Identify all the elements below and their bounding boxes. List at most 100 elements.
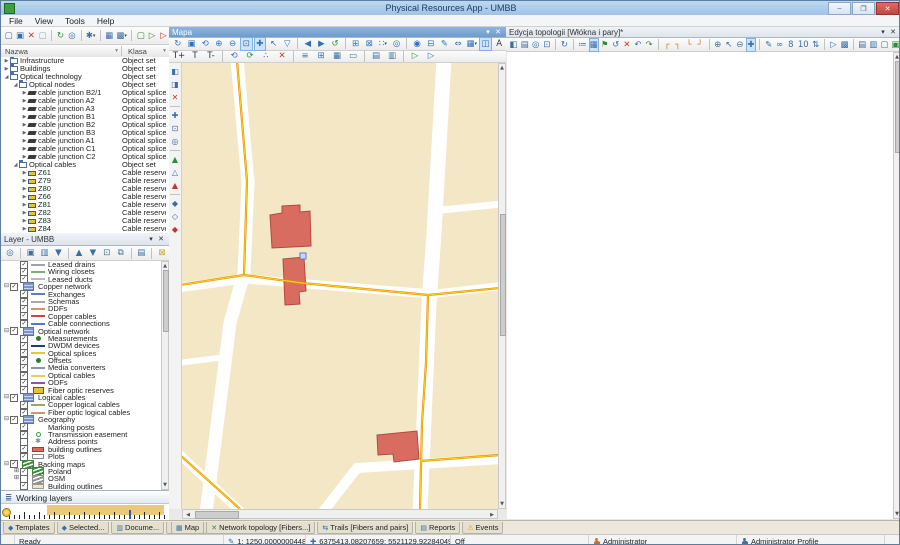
expander-icon[interactable]: ⊟: [3, 394, 10, 401]
expand-icon[interactable]: ▶: [21, 177, 28, 185]
filter-icon[interactable]: ▼: [162, 48, 169, 54]
layer-chart-icon[interactable]: ▥: [38, 246, 51, 260]
pan-mode-icon[interactable]: ✚: [169, 109, 182, 122]
tab-network-topology-fibers[interactable]: ✕ Network topology [Fibers...]: [206, 522, 316, 534]
open-object-icon[interactable]: ▣: [15, 29, 25, 43]
undo-icon[interactable]: ⟲: [227, 49, 242, 63]
refresh-icon[interactable]: ↻: [55, 29, 65, 43]
labels-icon[interactable]: A: [493, 37, 506, 51]
expander-icon[interactable]: ⊟: [3, 283, 10, 290]
layer-tree-scrollbar[interactable]: ▲ ▼: [161, 261, 169, 490]
add-text-icon[interactable]: T+: [172, 49, 187, 63]
layer-checkbox[interactable]: ✓: [10, 282, 18, 291]
undo-topology-icon[interactable]: ↶: [633, 38, 643, 52]
copy-layer-icon[interactable]: ⧉: [114, 246, 127, 260]
column-class[interactable]: Klasa: [128, 47, 162, 56]
layer-item[interactable]: ✓ Building outlines: [1, 482, 161, 490]
status-user[interactable]: Administrator: [589, 535, 737, 544]
locate-icon[interactable]: ◎: [169, 135, 182, 148]
expand-icon[interactable]: ▶: [21, 209, 28, 217]
renumber-icon[interactable]: ⇅: [811, 38, 821, 52]
route-corner-tl-icon[interactable]: ┌: [662, 38, 672, 52]
tree-item[interactable]: ▶ cable junction A1 Optical splice: [1, 137, 169, 145]
tree-item[interactable]: ▶ Z66 Cable reserve: [1, 193, 169, 201]
layer-image-icon[interactable]: ▣: [24, 246, 37, 260]
labels-grid-icon[interactable]: ▩: [839, 38, 849, 52]
delete-vertex-icon[interactable]: ✕: [275, 49, 290, 63]
export-map-icon[interactable]: ▷: [408, 49, 423, 63]
add-node-blue-icon[interactable]: △: [169, 166, 182, 179]
topo-pointer-icon[interactable]: ↖: [724, 38, 734, 52]
layer-checkbox[interactable]: ✓: [10, 393, 18, 402]
expand-icon[interactable]: ▶: [21, 169, 28, 177]
text-icon[interactable]: T: [188, 49, 203, 63]
expand-icon[interactable]: ▶: [3, 65, 10, 73]
delete-topology-icon[interactable]: ✕: [622, 38, 632, 52]
layer-checkbox[interactable]: ✓: [20, 482, 28, 490]
find-icon[interactable]: ◎: [67, 29, 77, 43]
layers-grid-icon[interactable]: ▦ ▾: [465, 37, 478, 51]
route-corner-br-icon[interactable]: ┘: [695, 38, 705, 52]
map-horizontal-scrollbar[interactable]: ◀ ▶: [182, 509, 498, 519]
tree-item[interactable]: ▶ cable junction A3 Optical splice: [1, 105, 169, 113]
measure-icon[interactable]: ⇔: [452, 37, 465, 51]
layer-checkbox[interactable]: ✓: [10, 415, 18, 424]
status-scale[interactable]: ✎ 1: 1250,0000000448: [224, 535, 306, 544]
topology-canvas[interactable]: [507, 52, 893, 519]
pin-icon[interactable]: ▾: [483, 28, 493, 36]
select-features-icon[interactable]: ⊡: [100, 246, 113, 260]
tree-item[interactable]: ▶ Z83 Cable reserve: [1, 217, 169, 225]
topo-zoom-icon[interactable]: ⊕: [713, 38, 723, 52]
load-topology-icon[interactable]: ◧: [509, 38, 519, 52]
tree-item[interactable]: ▶ cable junction B2/1 Optical splice: [1, 89, 169, 97]
remove-text-icon[interactable]: T-: [204, 49, 219, 63]
select-add-icon[interactable]: ◧: [169, 65, 182, 78]
discard-doc-icon[interactable]: ▷: [158, 29, 168, 43]
zoom-mode-icon[interactable]: ⊡: [169, 122, 182, 135]
print-preview-topology-icon[interactable]: ▥: [868, 38, 878, 52]
export-doc-icon[interactable]: ▷: [147, 29, 157, 43]
fit-view-icon[interactable]: ⊡: [542, 38, 552, 52]
bulb-icon[interactable]: [2, 508, 11, 517]
working-layers-timeline[interactable]: [1, 503, 169, 521]
topo-edit-icon[interactable]: ✎: [764, 38, 774, 52]
route-vertex-icon[interactable]: ◇: [169, 210, 182, 223]
move-layer-up-icon[interactable]: ▲: [73, 246, 86, 260]
expand-icon[interactable]: ▶: [3, 57, 10, 65]
snap-grid-icon[interactable]: ⊞: [314, 49, 329, 63]
menu-file[interactable]: File: [5, 16, 31, 26]
redo-icon[interactable]: ⟳: [243, 49, 258, 63]
remove-node-icon[interactable]: ▲: [169, 179, 182, 192]
expander-icon[interactable]: ⊟: [3, 416, 10, 423]
layer-checkbox[interactable]: ✓: [10, 327, 18, 336]
align-icon[interactable]: ≡: [298, 49, 313, 63]
map-image-icon[interactable]: ▦: [104, 29, 114, 43]
expand-icon[interactable]: ▶: [21, 193, 28, 201]
route-node-icon[interactable]: ◆: [169, 197, 182, 210]
expander-icon[interactable]: ⊟: [3, 328, 10, 335]
export-data-icon[interactable]: ▷: [424, 49, 439, 63]
tree-item[interactable]: ▶ cable junction A2 Optical splice: [1, 97, 169, 105]
export-topology-alt-icon[interactable]: ▣: [890, 38, 899, 52]
select-clear-icon[interactable]: ✕: [169, 91, 182, 104]
tree-item[interactable]: ▶ cable junction B3 Optical splice: [1, 129, 169, 137]
tree-item[interactable]: ▶ cable junction B2 Optical splice: [1, 121, 169, 129]
ruler-icon[interactable]: ▭: [346, 49, 361, 63]
minimize-button[interactable]: –: [828, 2, 851, 15]
refresh-topology-icon[interactable]: ↻: [559, 38, 569, 52]
numbering-10-icon[interactable]: 10: [797, 38, 810, 52]
menu-help[interactable]: Help: [93, 16, 122, 26]
new-object-icon[interactable]: ▢: [4, 29, 14, 43]
working-layers-header[interactable]: ≣ Working layers: [1, 490, 169, 504]
topo-zoom-out-icon[interactable]: ⊖: [735, 38, 745, 52]
expand-icon[interactable]: ▶: [21, 185, 28, 193]
grid-view-icon[interactable]: ▦: [588, 37, 599, 52]
minimap-icon[interactable]: ◫: [479, 36, 492, 51]
zoom-to-layer-icon[interactable]: ◎: [4, 246, 17, 260]
guides-icon[interactable]: ▦: [330, 49, 345, 63]
map-canvas[interactable]: [182, 63, 498, 509]
status-profile[interactable]: Administrator Profile: [737, 535, 885, 544]
select-subtract-icon[interactable]: ◨: [169, 78, 182, 91]
tree-item[interactable]: ▶ Z84 Cable reserve: [1, 225, 169, 233]
close-button[interactable]: ✕: [876, 2, 899, 15]
